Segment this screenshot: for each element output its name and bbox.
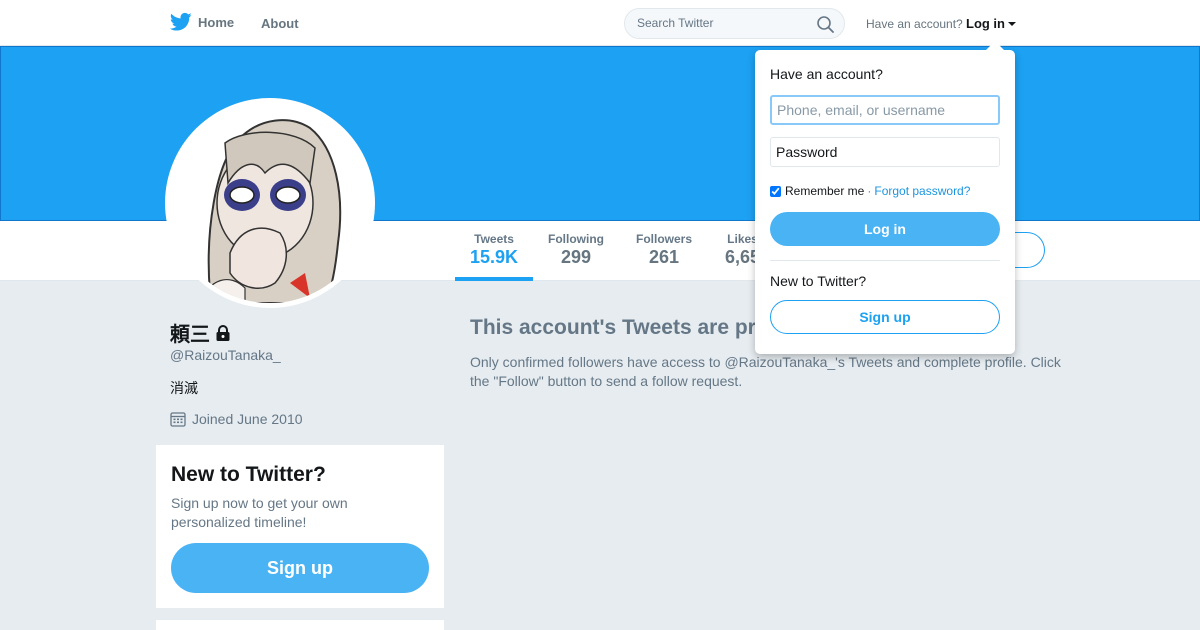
protected-title: This account's Tweets are pr [470,316,756,339]
forgot-password-link[interactable]: Forgot password? [874,184,970,198]
stat-label: Followers [636,232,693,246]
avatar-image-icon [170,103,370,303]
stat-tweets[interactable]: Tweets 15.9K [470,232,518,268]
signup-button[interactable]: Sign up [171,543,429,593]
profile-name-text: 頼三 [170,324,210,346]
dropdown-arrow [986,41,1004,50]
profile-name: 頼三 [170,318,232,347]
calendar-icon [170,412,186,427]
nav-about[interactable]: About [261,16,299,31]
joined-date: Joined June 2010 [170,411,303,427]
joined-text: Joined June 2010 [192,411,303,427]
password-field[interactable] [770,137,1000,167]
secondary-card [156,620,444,630]
dropdown-signup-button[interactable]: Sign up [770,300,1000,334]
active-tab-indicator [455,277,533,281]
caret-down-icon [1008,21,1016,26]
login-dropdown-toggle[interactable]: Log in [966,16,1016,31]
separator-dot: · [867,184,872,198]
stat-value: 15.9K [470,247,519,267]
card-description: Sign up now to get your own personalized… [171,495,348,530]
protected-description: Only confirmed followers have access to … [470,354,1061,389]
twitter-bird-icon [170,12,192,31]
new-to-twitter-card: New to Twitter? Sign up now to get your … [156,445,444,608]
have-account-text: Have an account? [866,17,963,31]
divider [770,260,1000,261]
remember-me-checkbox[interactable] [770,185,781,197]
login-button[interactable]: Log in [770,212,1000,246]
search-input[interactable] [637,16,807,30]
login-dropdown: Have an account? Remember me · Forgot pa… [755,50,1015,354]
stat-label: Following [548,232,604,246]
nav-home[interactable]: Home [170,12,234,32]
username-field[interactable] [770,95,1000,125]
stat-followers[interactable]: Followers 261 [636,232,692,268]
stat-following[interactable]: Following 299 [548,232,604,268]
search-box[interactable] [624,8,845,39]
stat-value: 299 [560,247,592,267]
profile-bio: 消滅 [170,380,198,396]
lock-icon [216,324,230,341]
stat-label: Tweets [474,232,514,246]
remember-row: Remember me · Forgot password? [770,184,970,198]
remember-me-label[interactable]: Remember me [785,184,864,198]
stat-value: 261 [648,247,680,267]
login-toggle-label: Log in [966,16,1005,31]
nav-home-label: Home [198,14,235,30]
search-icon[interactable] [817,16,834,33]
top-nav: Home About Have an account? Log in [0,0,1200,46]
dropdown-title: Have an account? [770,66,883,82]
new-to-twitter-prompt: New to Twitter? [770,273,867,289]
card-title: New to Twitter? [171,463,326,486]
avatar[interactable] [165,98,375,308]
profile-handle[interactable]: @RaizouTanaka_ [170,347,281,363]
